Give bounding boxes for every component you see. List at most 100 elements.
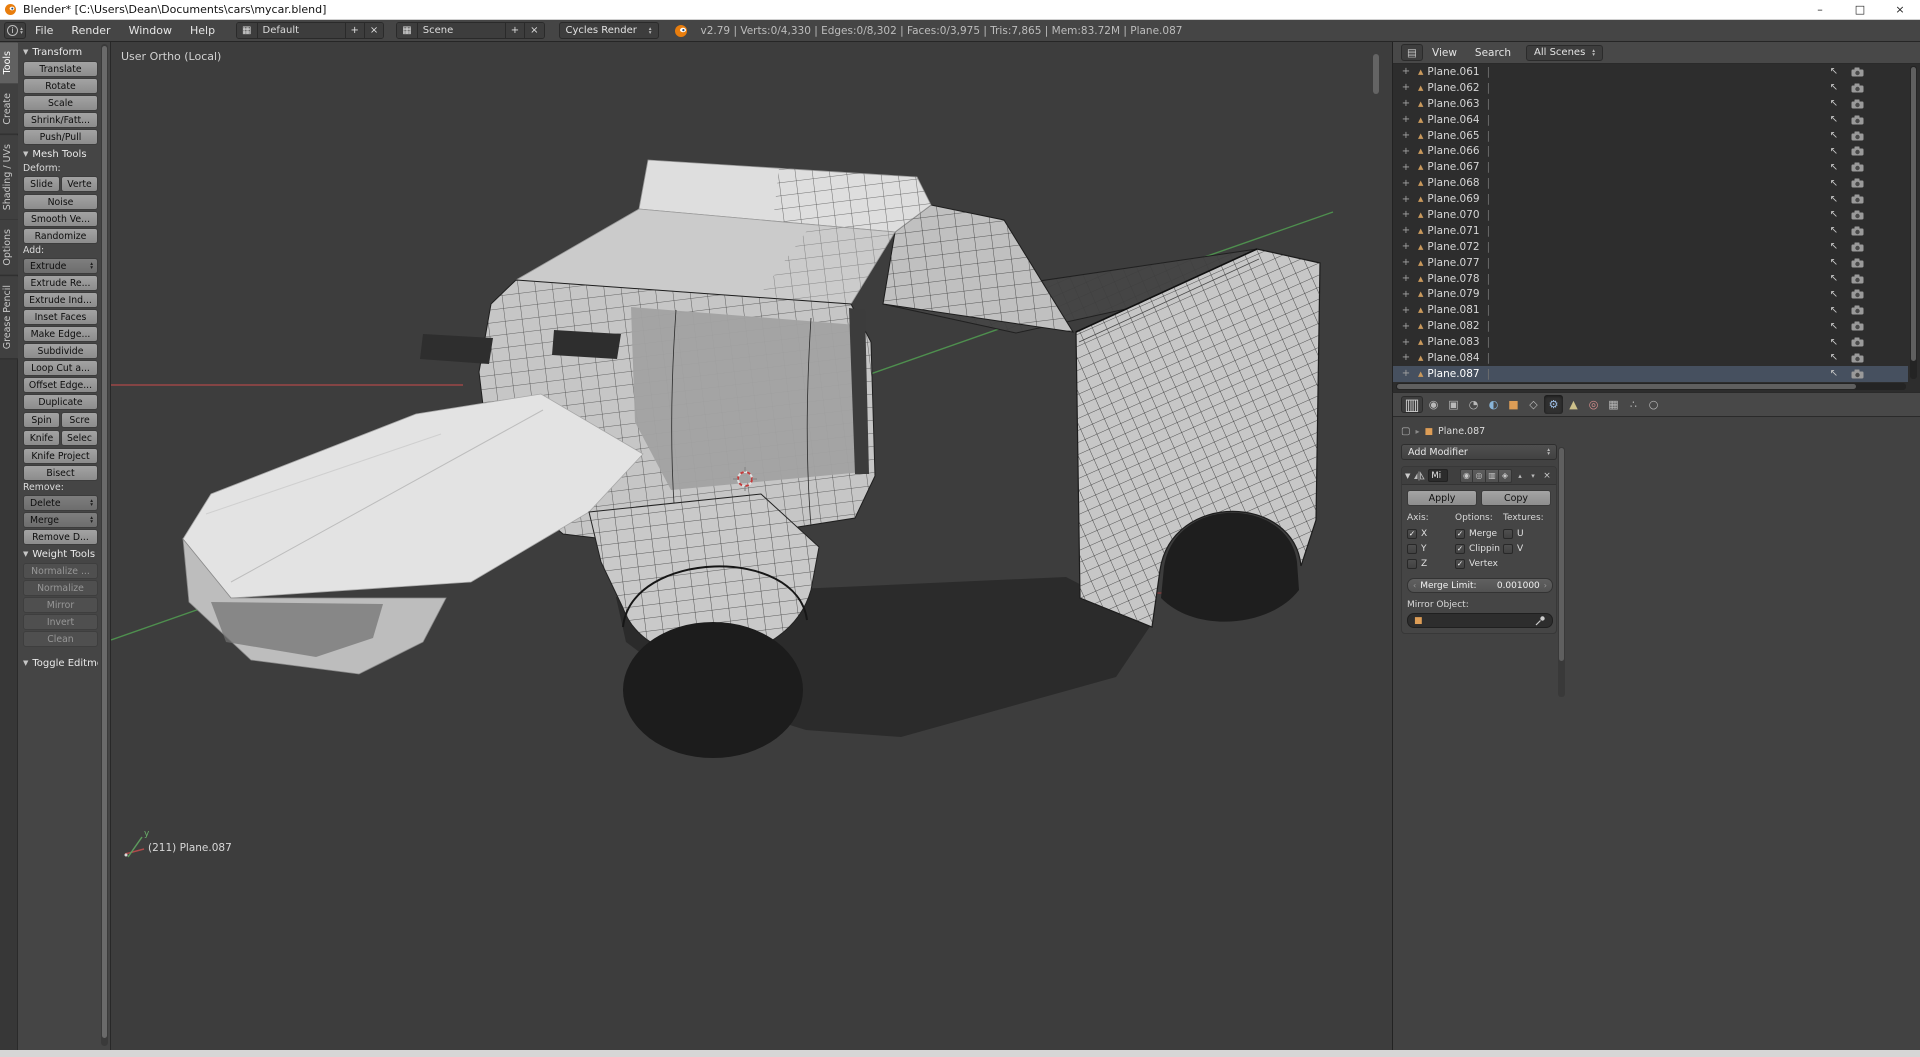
toolshelf-tab-tools[interactable]: Tools bbox=[0, 42, 18, 84]
maximize-button[interactable]: □ bbox=[1840, 0, 1880, 19]
cursor-select-icon[interactable]: ↖ bbox=[1830, 257, 1838, 268]
outliner-item-plane-069[interactable]: + ▲ Plane.069 | ↖ bbox=[1393, 191, 1908, 207]
camera-render-icon[interactable] bbox=[1851, 353, 1864, 363]
outliner-item-plane-087[interactable]: + ▲ Plane.087 | ↖ bbox=[1393, 366, 1908, 382]
camera-render-icon[interactable] bbox=[1851, 274, 1864, 284]
checkbox-box[interactable]: ✓ bbox=[1455, 544, 1465, 554]
camera-render-icon[interactable] bbox=[1851, 146, 1864, 156]
object-name[interactable]: Plane.081 bbox=[1427, 304, 1479, 316]
properties-tab-constraints-icon[interactable]: ◇ bbox=[1524, 395, 1543, 414]
toolshelf-scrollbar[interactable] bbox=[101, 44, 108, 1046]
editor-type-selector[interactable]: i▴▾ bbox=[4, 22, 26, 39]
checkbox-x[interactable]: ✓X bbox=[1407, 526, 1455, 541]
cursor-select-icon[interactable]: ↖ bbox=[1830, 321, 1838, 332]
modifier-toggle-cage-icon[interactable]: ◈ bbox=[1499, 469, 1512, 483]
expand-icon[interactable]: + bbox=[1401, 225, 1411, 236]
panel-header-transform[interactable]: ▼Transform bbox=[23, 44, 98, 60]
cursor-select-icon[interactable]: ↖ bbox=[1830, 130, 1838, 141]
object-name[interactable]: Plane.077 bbox=[1427, 257, 1479, 269]
object-name[interactable]: Plane.061 bbox=[1427, 66, 1479, 78]
outliner-item-plane-083[interactable]: + ▲ Plane.083 | ↖ bbox=[1393, 334, 1908, 350]
outliner-item-plane-077[interactable]: + ▲ Plane.077 | ↖ bbox=[1393, 255, 1908, 271]
cursor-select-icon[interactable]: ↖ bbox=[1830, 194, 1838, 205]
expand-icon[interactable]: + bbox=[1401, 146, 1411, 157]
object-name[interactable]: Plane.063 bbox=[1427, 98, 1479, 110]
breadcrumb-object-name[interactable]: Plane.087 bbox=[1438, 426, 1485, 437]
outliner-item-plane-081[interactable]: + ▲ Plane.081 | ↖ bbox=[1393, 302, 1908, 318]
cursor-select-icon[interactable]: ↖ bbox=[1830, 98, 1838, 109]
camera-render-icon[interactable] bbox=[1851, 162, 1864, 172]
outliner-item-plane-067[interactable]: + ▲ Plane.067 | ↖ bbox=[1393, 159, 1908, 175]
move-modifier-up-button[interactable]: ▴ bbox=[1515, 469, 1525, 483]
checkbox-box[interactable]: ✓ bbox=[1455, 529, 1465, 539]
outliner-item-plane-062[interactable]: + ▲ Plane.062 | ↖ bbox=[1393, 80, 1908, 96]
outliner-item-plane-065[interactable]: + ▲ Plane.065 | ↖ bbox=[1393, 128, 1908, 144]
cursor-select-icon[interactable]: ↖ bbox=[1830, 82, 1838, 93]
tool-button-randomize[interactable]: Randomize bbox=[23, 228, 98, 244]
add-layout-button[interactable]: + bbox=[346, 23, 365, 38]
camera-render-icon[interactable] bbox=[1851, 369, 1864, 379]
tool-button-remove-d[interactable]: Remove D... bbox=[23, 529, 98, 545]
viewport-3d-canvas[interactable]: y bbox=[111, 42, 1392, 1050]
copy-button[interactable]: Copy bbox=[1481, 490, 1551, 506]
tool-button-clean[interactable]: Clean bbox=[23, 631, 98, 647]
decrement-arrow-icon[interactable]: ‹ bbox=[1413, 581, 1416, 590]
checkbox-z[interactable]: Z bbox=[1407, 556, 1455, 571]
checkbox-box[interactable] bbox=[1503, 544, 1513, 554]
checkbox-u[interactable]: U bbox=[1503, 526, 1551, 541]
outliner-display-filter[interactable]: All Scenes ▴▾ bbox=[1526, 45, 1603, 61]
outliner-editor-selector[interactable]: ▤ bbox=[1401, 44, 1423, 61]
panel-header-weight-tools[interactable]: ▼Weight Tools bbox=[23, 546, 98, 562]
properties-tab-physics-icon[interactable]: ○ bbox=[1644, 395, 1663, 414]
tool-button-extrude[interactable]: Extrude▴▾ bbox=[23, 258, 98, 274]
tool-button-selec[interactable]: Selec bbox=[61, 430, 98, 446]
cursor-select-icon[interactable]: ↖ bbox=[1830, 66, 1838, 77]
object-name[interactable]: Plane.070 bbox=[1427, 209, 1479, 221]
tool-button-translate[interactable]: Translate bbox=[23, 61, 98, 77]
camera-render-icon[interactable] bbox=[1851, 99, 1864, 109]
expand-icon[interactable]: + bbox=[1401, 98, 1411, 109]
checkbox-box[interactable]: ✓ bbox=[1407, 529, 1417, 539]
checkbox-clippin[interactable]: ✓Clippin bbox=[1455, 541, 1503, 556]
expand-icon[interactable]: + bbox=[1401, 114, 1411, 125]
expand-icon[interactable]: + bbox=[1401, 241, 1411, 252]
delete-modifier-button[interactable]: × bbox=[1541, 469, 1553, 483]
outliner-item-plane-068[interactable]: + ▲ Plane.068 | ↖ bbox=[1393, 175, 1908, 191]
menu-render[interactable]: Render bbox=[62, 20, 119, 42]
menu-file[interactable]: File bbox=[26, 20, 62, 42]
tool-button-scale[interactable]: Scale bbox=[23, 95, 98, 111]
cursor-select-icon[interactable]: ↖ bbox=[1830, 178, 1838, 189]
camera-render-icon[interactable] bbox=[1851, 337, 1864, 347]
panel-header-mesh-tools[interactable]: ▼Mesh Tools bbox=[23, 146, 98, 162]
object-name[interactable]: Plane.087 bbox=[1427, 368, 1479, 380]
object-name[interactable]: Plane.084 bbox=[1427, 352, 1479, 364]
modifier-toggle-eye-icon[interactable]: ◎ bbox=[1473, 469, 1486, 483]
camera-render-icon[interactable] bbox=[1851, 194, 1864, 204]
screen-layout-name[interactable]: Default bbox=[258, 23, 346, 38]
outliner-item-plane-071[interactable]: + ▲ Plane.071 | ↖ bbox=[1393, 223, 1908, 239]
toolshelf-tab-shading-uvs[interactable]: Shading / UVs bbox=[0, 135, 18, 220]
tool-button-knife-project[interactable]: Knife Project bbox=[23, 448, 98, 464]
outliner-view-menu[interactable]: View bbox=[1423, 47, 1466, 59]
expand-icon[interactable]: + bbox=[1401, 368, 1411, 379]
properties-editor-selector[interactable]: ▥ bbox=[1401, 396, 1423, 413]
tool-button-merge[interactable]: Merge▴▾ bbox=[23, 512, 98, 528]
expand-icon[interactable]: + bbox=[1401, 194, 1411, 205]
expand-icon[interactable]: + bbox=[1401, 162, 1411, 173]
expand-icon[interactable]: + bbox=[1401, 321, 1411, 332]
object-name[interactable]: Plane.083 bbox=[1427, 336, 1479, 348]
cursor-select-icon[interactable]: ↖ bbox=[1830, 337, 1838, 348]
camera-render-icon[interactable] bbox=[1851, 305, 1864, 315]
tool-button-make-edge[interactable]: Make Edge... bbox=[23, 326, 98, 342]
tool-button-subdivide[interactable]: Subdivide bbox=[23, 343, 98, 359]
expand-icon[interactable]: + bbox=[1401, 289, 1411, 300]
tool-button-delete[interactable]: Delete▴▾ bbox=[23, 495, 98, 511]
object-name[interactable]: Plane.072 bbox=[1427, 241, 1479, 253]
outliner-vscrollbar[interactable] bbox=[1910, 66, 1917, 379]
outliner-item-plane-070[interactable]: + ▲ Plane.070 | ↖ bbox=[1393, 207, 1908, 223]
checkbox-box[interactable]: ✓ bbox=[1455, 559, 1465, 569]
menu-help[interactable]: Help bbox=[181, 20, 224, 42]
properties-tab-object-data-icon[interactable]: ▲ bbox=[1564, 395, 1583, 414]
object-name[interactable]: Plane.082 bbox=[1427, 320, 1479, 332]
object-name[interactable]: Plane.064 bbox=[1427, 114, 1479, 126]
